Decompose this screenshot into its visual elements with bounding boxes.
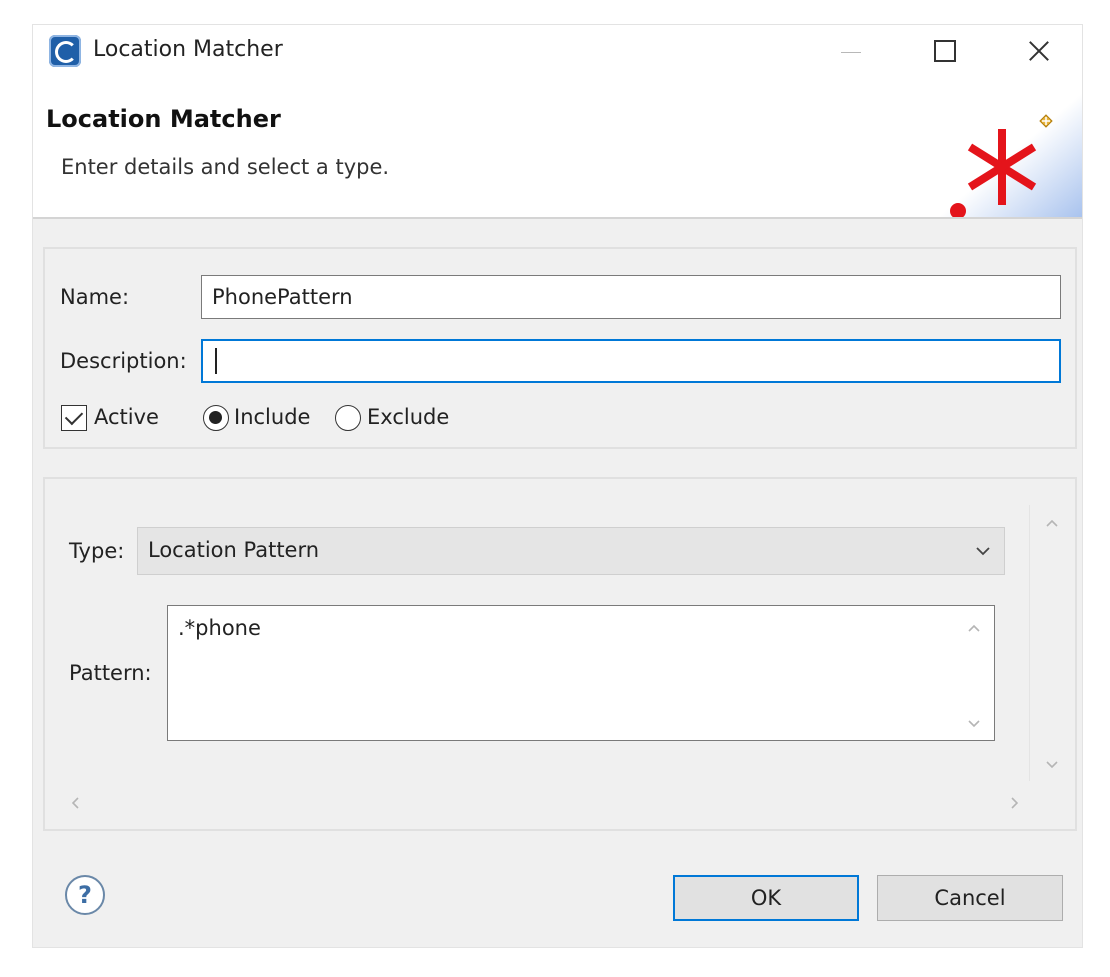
active-label: Active [94,405,159,429]
cancel-button[interactable]: Cancel [877,875,1063,921]
name-field[interactable] [201,275,1061,319]
description-field[interactable] [201,339,1061,383]
textarea-scroll-up-icon[interactable] [966,620,982,636]
scroll-up-icon[interactable] [1044,515,1060,531]
type-dropdown[interactable]: Location Pattern [137,527,1005,575]
ok-button[interactable]: OK [673,875,859,921]
details-group: Name: Description: Active Include Exclud… [43,247,1077,449]
include-label: Include [234,405,311,429]
wizard-header: Location Matcher Enter details and selec… [33,79,1082,219]
scroll-left-icon[interactable] [67,795,83,811]
exclude-label: Exclude [367,405,450,429]
include-radio[interactable] [203,405,229,431]
maximize-button[interactable] [927,33,963,69]
description-label: Description: [60,349,187,373]
scroll-right-icon[interactable] [1007,795,1023,811]
text-cursor [215,348,217,374]
type-label: Type: [69,539,125,563]
help-button[interactable]: ? [65,875,105,915]
close-button[interactable] [1021,33,1057,69]
wizard-asterisk-icon [922,79,1082,217]
chevron-down-icon [976,547,990,556]
active-checkbox[interactable] [61,405,87,431]
name-label: Name: [60,285,130,309]
matcher-group: Type: Location Pattern Pattern: .*phone [43,477,1077,831]
location-matcher-dialog: Location Matcher Location Matcher Enter … [32,24,1083,948]
horizontal-scrollbar[interactable] [61,783,1029,823]
title-bar[interactable]: Location Matcher [33,25,1082,79]
type-dropdown-value: Location Pattern [148,538,320,562]
app-icon [49,35,81,67]
window-title: Location Matcher [93,37,283,62]
vertical-scrollbar[interactable] [1029,505,1073,781]
help-icon: ? [78,881,92,909]
header-subtitle: Enter details and select a type. [61,155,390,179]
exclude-radio[interactable] [335,405,361,431]
header-title: Location Matcher [46,105,281,133]
pattern-text: .*phone [178,616,261,640]
minimize-button[interactable] [833,33,869,69]
scroll-down-icon[interactable] [1044,757,1060,773]
pattern-label: Pattern: [69,661,152,685]
textarea-scroll-down-icon[interactable] [966,716,982,732]
pattern-textarea[interactable]: .*phone [167,605,995,741]
